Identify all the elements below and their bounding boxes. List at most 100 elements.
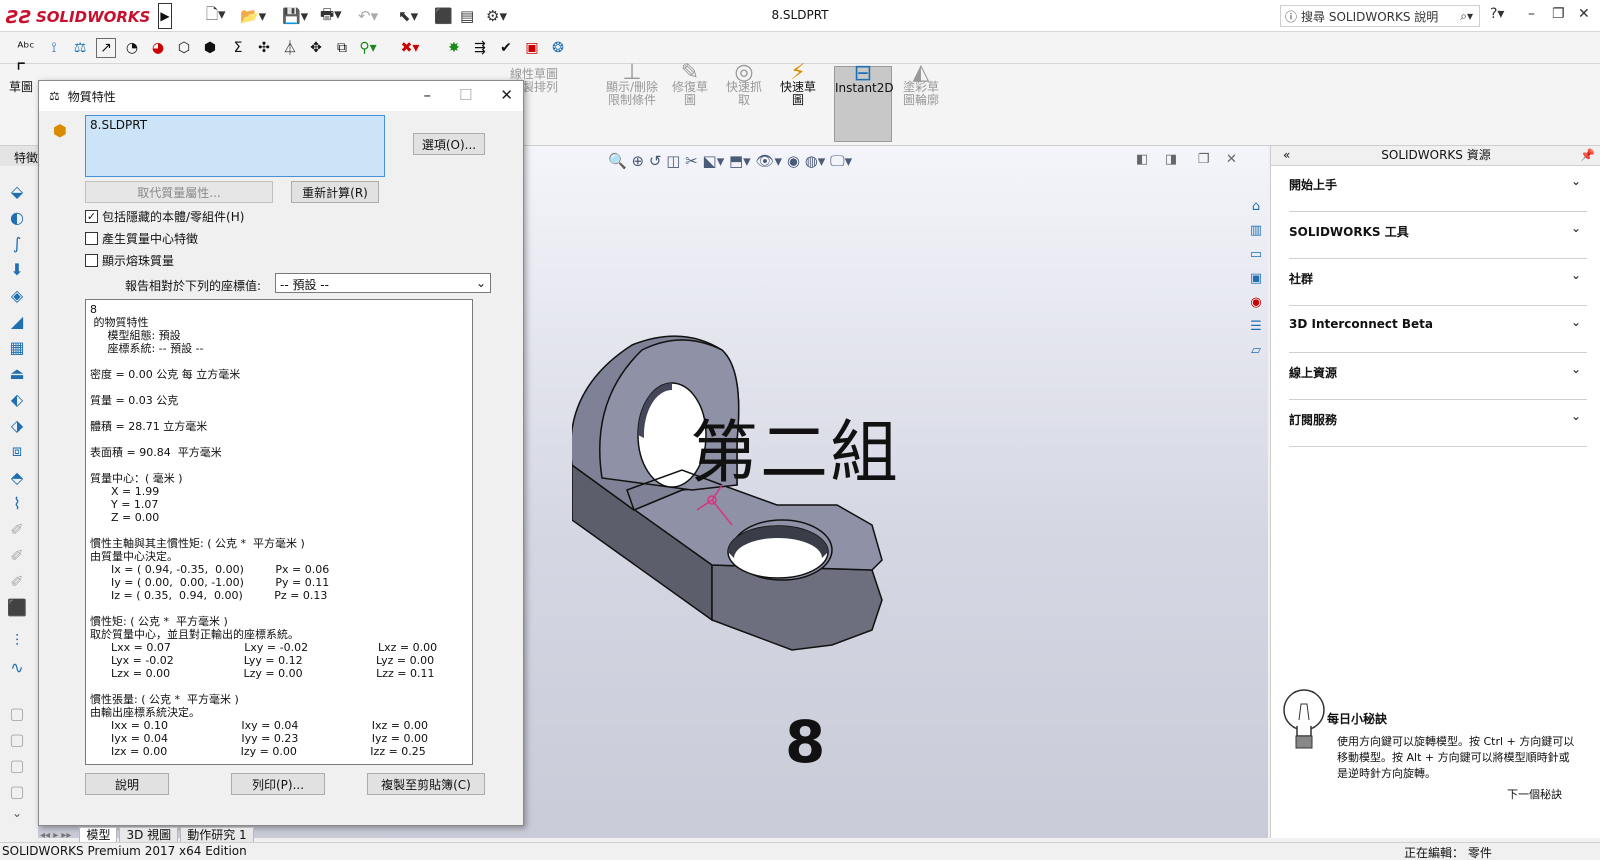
tab-scroll-arrows-icon[interactable]: ◂◂ ▸ ▸▸ [40,830,71,841]
section-subscription[interactable]: 訂閱服務 ⌄ [1289,401,1587,447]
coordinate-system-select[interactable]: -- 預設 -- ⌄ [275,273,491,293]
sweep-icon[interactable]: ∫ [6,232,28,254]
intersect-icon[interactable]: ✐ [6,570,28,592]
tab-3d-views[interactable]: 3D 視圖 [119,826,179,844]
interference-icon[interactable]: ◕ [148,38,168,58]
rib-icon[interactable]: ⏏ [6,362,28,384]
pane-right-icon[interactable]: ◨ [1165,152,1177,167]
view-palette-icon[interactable]: ▣ [1246,268,1266,288]
display-style-icon[interactable]: ⬒▾ [729,152,751,170]
section-view-icon[interactable]: ◫ [666,152,680,170]
print-button[interactable]: 列印(P)... [231,773,325,795]
section-community[interactable]: 社群 ⌄ [1289,260,1587,306]
trim-surface-icon[interactable]: ▢ [6,780,28,802]
equations-icon[interactable]: Σ [228,38,248,58]
pin-icon[interactable]: 📌 [1580,146,1595,165]
instant3d-icon[interactable]: ✐ [6,518,28,540]
search-icon[interactable]: ⌕▾ [1460,9,1473,24]
dynamic-annotation-icon[interactable]: ✂ [685,152,698,170]
loft-icon[interactable]: ◈ [6,284,28,306]
mass-properties-report[interactable]: 8 的物質特性 模型組態: 預設 座標系統: -- 預設 -- 密度 = 0.0… [85,299,473,765]
pane-left-icon[interactable]: ◧ [1136,152,1148,167]
measure-icon[interactable]: ⟟ [44,38,64,58]
pattern-icon[interactable]: ▦ [6,336,28,358]
collapse-pane-icon[interactable]: « [1283,146,1290,165]
extrude-boss-icon[interactable]: ⬙ [6,180,28,202]
offset-surface-icon[interactable]: ▢ [6,728,28,750]
geometry-analysis-icon[interactable]: ⬡ [174,38,194,58]
chevron-down-icon[interactable]: ⌄ [1571,362,1581,376]
appearances-icon[interactable]: ◉ [1246,292,1266,312]
chevron-down-icon[interactable]: ⌄ [1571,409,1581,423]
chevron-down-icon[interactable]: ⌄ [1571,268,1581,282]
home-icon[interactable]: ⌂ [1246,196,1266,216]
zoom-to-area-icon[interactable]: ⊕ [631,152,644,170]
delete-icon[interactable]: ✖▾ [400,38,420,58]
section-3d-interconnect[interactable]: 3D Interconnect Beta ⌄ [1289,307,1587,353]
viewport-close-icon[interactable]: ✕ [1226,152,1237,167]
close-icon[interactable]: ✕ [1578,6,1590,22]
viewport-restore-icon[interactable]: ❐ [1198,152,1210,167]
dialog-minimize-icon[interactable]: – [423,86,431,104]
split-line-icon[interactable]: ⫶ [6,630,28,652]
design-library-icon[interactable]: ▥ [1246,220,1266,240]
previous-view-icon[interactable]: ↺ [649,152,662,170]
copy-to-clipboard-button[interactable]: 複製至剪貼簿(C) [367,773,485,795]
sketch-button[interactable]: ⌜ 草圖 [6,62,36,94]
show-weld-mass-checkbox[interactable] [85,253,98,267]
recalculate-button[interactable]: 重新計算(R) [291,181,379,203]
checkmark-icon[interactable]: ✔ [496,38,516,58]
file-explorer-icon[interactable]: ▭ [1246,244,1266,264]
edit-appearance-icon[interactable]: ◉ [787,152,800,170]
selected-item[interactable]: 8.SLDPRT [90,118,147,132]
chevron-down-icon[interactable]: ⌄ [1571,174,1581,188]
compare-icon[interactable]: ⧉ [332,38,352,58]
section-properties-icon[interactable]: ↗ [96,38,116,58]
curves-icon[interactable]: ⌇ [6,492,28,514]
costing-icon[interactable]: ⚲▾ [358,38,378,58]
check-icon[interactable]: ◔ [122,38,142,58]
tab-motion-study[interactable]: 動作研究 1 [180,826,254,844]
section-getting-started[interactable]: 開始上手 ⌄ [1289,166,1587,212]
include-hidden-checkbox-row[interactable]: ✓ 包括隱藏的本體/零組件(H) [85,207,244,225]
quick-snaps-button[interactable]: ◎ 快速抓 取 [724,62,764,107]
draft-analysis-icon[interactable]: ⏃ [280,38,300,58]
include-hidden-checkbox[interactable]: ✓ [85,209,98,223]
show-weld-mass-checkbox-row[interactable]: 顯示熔珠質量 [85,251,174,269]
hide-show-icon[interactable]: 👁▾ [755,152,782,170]
restore-icon[interactable]: ❐ [1552,6,1565,22]
view-settings-icon[interactable]: 🖵▾ [830,152,852,170]
thickness-analysis-icon[interactable]: ✣ [254,38,274,58]
mass-properties-icon[interactable]: ⚖ [70,38,90,58]
chevron-down-icon[interactable]: ⌄ [1571,221,1581,235]
knit-icon[interactable]: ▢ [6,754,28,776]
revolve-icon[interactable]: ◐ [6,206,28,228]
help-question-icon[interactable]: ?▾ [1490,6,1504,22]
repair-sketch-button[interactable]: ✎ 修復草 圖 [670,62,710,107]
forum-icon[interactable]: ▱ [1246,340,1266,360]
display-delete-relations-button[interactable]: ⊥ 顯示/刪除 限制條件 [604,62,660,107]
rapid-sketch-button[interactable]: ⚡ 快速草 圖 [776,62,820,107]
chevron-down-icon[interactable]: ⌄ [1571,315,1581,329]
extrude-cut-icon[interactable]: ⬇ [6,258,28,280]
chevron-down-icon[interactable]: ⌄ [6,802,28,824]
tab-model[interactable]: 模型 [79,826,118,844]
draft-icon[interactable]: ⬖ [6,388,28,410]
zoom-to-fit-icon[interactable]: 🔍 [608,152,627,170]
help-button[interactable]: 說明 [85,773,169,795]
helix-icon[interactable]: ∿ [6,656,28,678]
minimize-icon[interactable]: – [1528,6,1535,22]
instant2d-button[interactable]: ⊟ Instant2D [834,63,894,142]
reference-geometry-icon[interactable]: ⬘ [6,466,28,488]
override-mass-properties-button[interactable]: 取代質量屬性... [85,181,273,203]
simulation-icon[interactable]: ✸ [444,38,464,58]
section-online-resources[interactable]: 線上資源 ⌄ [1289,354,1587,400]
create-center-mass-checkbox-row[interactable]: 產生質量中心特徵 [85,229,198,247]
create-center-mass-checkbox[interactable] [85,231,98,245]
wrap-icon[interactable]: ✐ [6,544,28,566]
mirror-icon[interactable]: ⧈ [6,440,28,462]
fillet-icon[interactable]: ◢ [6,310,28,332]
combine-icon[interactable]: ⬛ [6,596,28,618]
options-button[interactable]: 選項(O)... [413,133,485,155]
help-search-field[interactable]: ⓘ 搜尋 SOLIDWORKS 說明 ⌕▾ [1280,5,1480,27]
